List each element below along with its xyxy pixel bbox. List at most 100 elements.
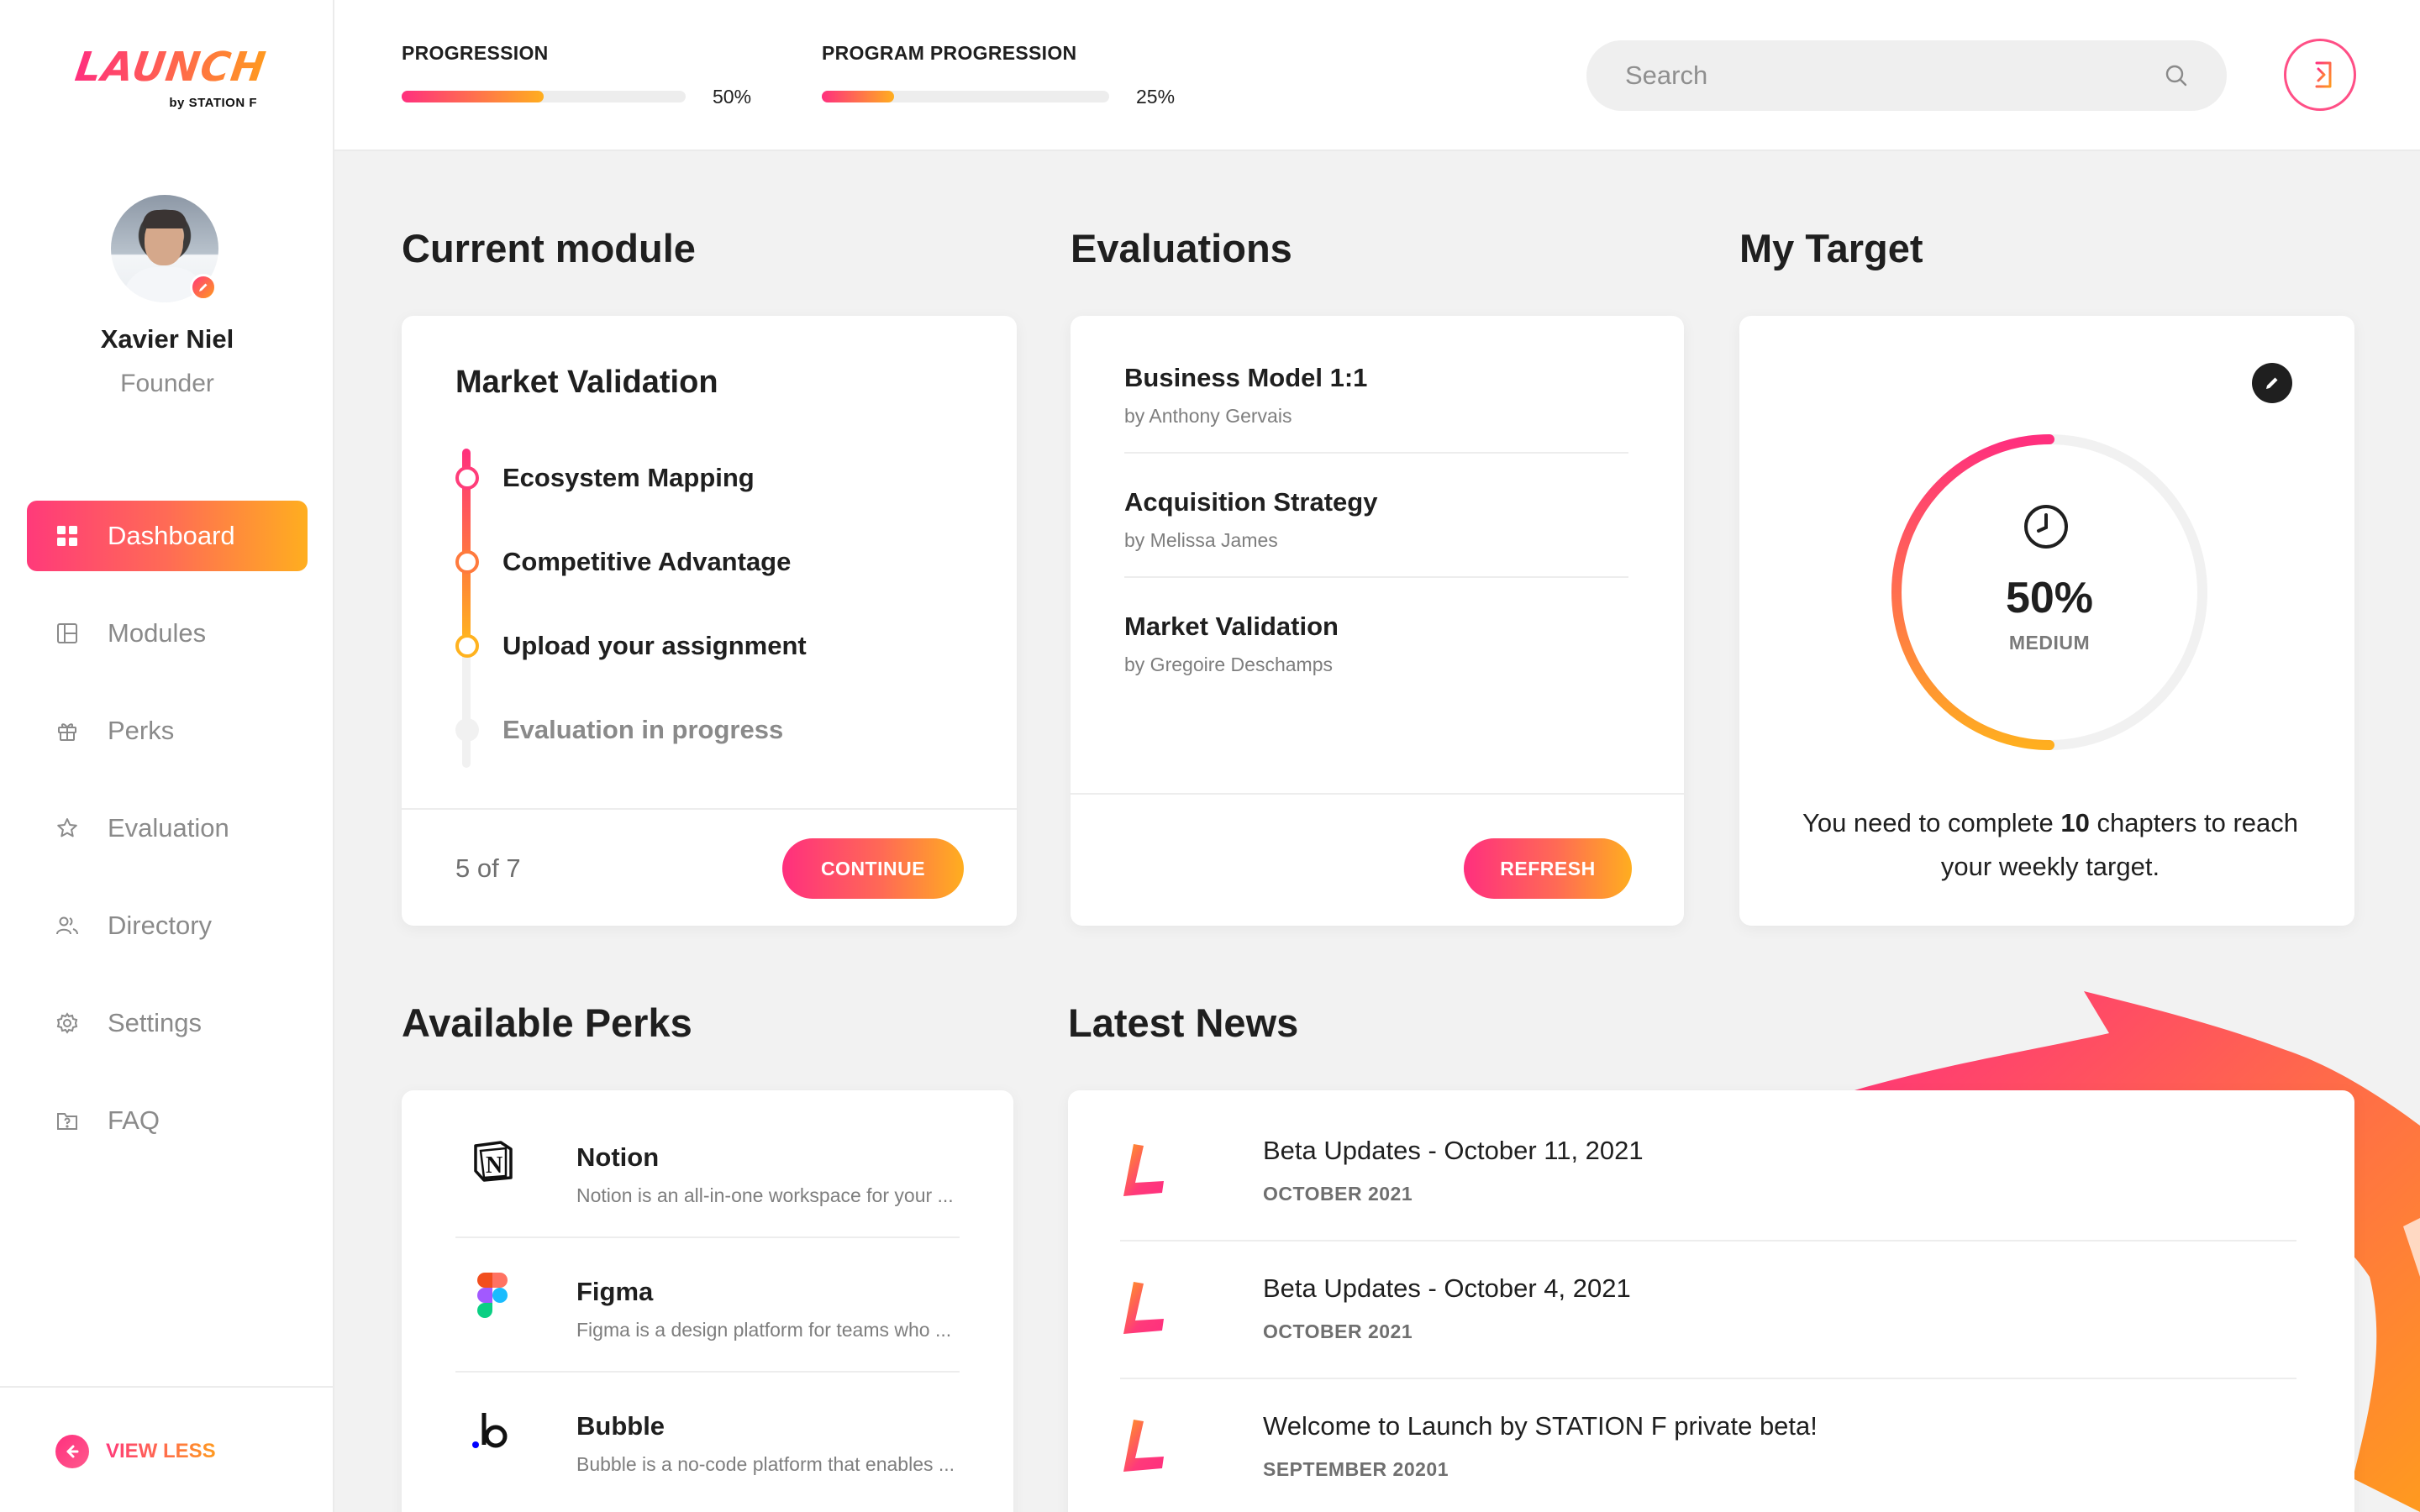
search-icon[interactable] [2163,62,2190,89]
program-progression-meter: PROGRAM PROGRESSION 25% [822,42,1175,108]
sidebar-item-label: Settings [108,1008,203,1037]
my-target-heading: My Target [1739,226,1923,270]
target-message: You need to complete 10 chapters to reac… [1790,801,2311,889]
step-dot [455,718,479,742]
target-level: MEDIUM [2008,632,2091,654]
step-label: Ecosystem Mapping [502,463,755,492]
sidebar-item-faq[interactable]: FAQ [27,1085,308,1156]
evaluation-title: Acquisition Strategy [1124,487,1378,517]
available-perks-heading: Available Perks [402,1000,692,1045]
user-name: Xavier Niel [100,324,234,354]
evaluation-item[interactable]: Acquisition Strategy by Melissa James [1124,487,1628,552]
step-dot [455,550,479,574]
sidebar-item-label: Perks [108,716,175,745]
evaluation-item[interactable]: Market Validation by Gregoire Deschamps [1124,612,1628,676]
evaluation-title: Business Model 1:1 [1124,363,1368,392]
edit-avatar-icon[interactable] [190,274,217,301]
sidebar-item-label: Dashboard [108,521,235,550]
evaluations-heading: Evaluations [1071,226,1292,270]
perk-description: Notion is an all-in-one workspace for yo… [576,1184,954,1206]
available-perks-card: N Notion Notion is an all-in-one workspa… [402,1090,1013,1512]
sidebar-item-directory[interactable]: Directory [27,890,308,961]
logout-button[interactable] [2284,39,2356,111]
sidebar: LAUNCH by STATION F Xavier Niel Founder … [0,0,334,1512]
launch-logo[interactable]: LAUNCH by STATION F [72,44,269,119]
sidebar-item-label: FAQ [108,1105,160,1135]
sidebar-item-modules[interactable]: Modules [27,598,308,669]
launch-logo-icon [1123,1144,1164,1196]
progression-label: PROGRESSION [402,42,549,64]
view-less-label: VIEW LESS [106,1440,216,1462]
sidebar-item-label: Directory [108,911,213,940]
evaluation-item[interactable]: Business Model 1:1 by Anthony Gervais [1124,363,1628,428]
perk-item-bubble[interactable]: Bubble Bubble is a no-code platform that… [455,1359,960,1477]
logo-subtitle: by STATION F [169,96,257,110]
program-progression-value: 25% [1136,86,1176,108]
sidebar-item-evaluation[interactable]: Evaluation [27,793,308,864]
step-competitive-advantage[interactable]: Competitive Advantage [455,547,791,577]
perk-item-notion[interactable]: N Notion Notion is an all-in-one workspa… [455,1090,960,1208]
step-evaluation-in-progress[interactable]: Evaluation in progress [455,715,783,745]
layout-icon [55,622,79,645]
gift-icon [55,719,79,743]
evaluation-author: by Gregoire Deschamps [1124,654,1333,675]
star-icon [55,816,79,840]
sidebar-item-settings[interactable]: Settings [27,988,308,1058]
current-module-heading: Current module [402,226,696,270]
users-icon [55,914,79,937]
sidebar-item-perks[interactable]: Perks [27,696,308,766]
view-less-button[interactable]: VIEW LESS [0,1386,334,1512]
current-module-card: Market Validation Ecosystem Mapping Comp… [402,316,1017,926]
module-count: 5 of 7 [455,853,521,883]
edit-target-button[interactable] [2252,363,2292,403]
sidebar-item-label: Evaluation [108,813,229,843]
news-item[interactable]: Beta Updates - October 11, 2021 OCTOBER … [1120,1090,2296,1225]
step-dot [455,634,479,658]
perk-name: Figma [576,1277,654,1306]
news-item[interactable]: Beta Updates - October 4, 2021 OCTOBER 2… [1120,1228,2296,1362]
news-item[interactable]: Welcome to Launch by STATION F private b… [1120,1366,2296,1500]
notion-icon: N [469,1137,516,1184]
search-input[interactable] [1625,59,2146,92]
latest-news-card: Beta Updates - October 11, 2021 OCTOBER … [1068,1090,2354,1512]
grid-icon [55,524,79,548]
refresh-button[interactable]: REFRESH [1464,838,1632,899]
sidebar-nav: Dashboard Modules Perks Evaluation Direc… [27,501,308,1183]
divider [1124,576,1628,578]
step-label: Upload your assignment [502,631,807,660]
news-date: OCTOBER 2021 [1263,1320,1413,1342]
news-date: SEPTEMBER 20201 [1263,1458,1449,1480]
step-label: Evaluation in progress [502,715,784,744]
progression-fill [402,91,544,102]
svg-text:N: N [486,1152,502,1179]
news-title: Beta Updates - October 11, 2021 [1263,1136,1644,1165]
perk-description: Bubble is a no-code platform that enable… [576,1453,955,1475]
target-message-start: You need to complete [1802,808,2061,837]
sidebar-item-dashboard[interactable]: Dashboard [27,501,308,571]
progression-value: 50% [713,86,752,108]
evaluation-author: by Anthony Gervais [1124,405,1292,427]
latest-news-heading: Latest News [1068,1000,1299,1045]
continue-button[interactable]: CONTINUE [782,838,964,899]
user-role: Founder [120,370,214,397]
program-progression-track [822,91,1109,102]
avatar-hair [143,210,187,228]
divider [1124,452,1628,454]
program-progression-label: PROGRAM PROGRESSION [822,42,1077,64]
progression-meter: PROGRESSION 50% [402,42,751,108]
step-upload-assignment[interactable]: Upload your assignment [455,631,807,661]
step-label: Competitive Advantage [502,547,792,576]
my-target-card: 50% MEDIUM You need to complete 10 chapt… [1739,316,2354,926]
card-divider [1071,793,1684,795]
launch-logo-icon [1123,1282,1164,1334]
logout-icon [2307,61,2332,88]
figma-icon [469,1272,516,1319]
bubble-icon [469,1406,516,1453]
logo-wordmark: LAUNCH [72,44,270,91]
gear-icon [55,1011,79,1035]
step-ecosystem-mapping[interactable]: Ecosystem Mapping [455,463,755,493]
arrow-left-icon [55,1435,89,1468]
search-bar [1586,40,2227,111]
evaluation-title: Market Validation [1124,612,1339,641]
perk-item-figma[interactable]: Figma Figma is a design platform for tea… [455,1225,960,1342]
